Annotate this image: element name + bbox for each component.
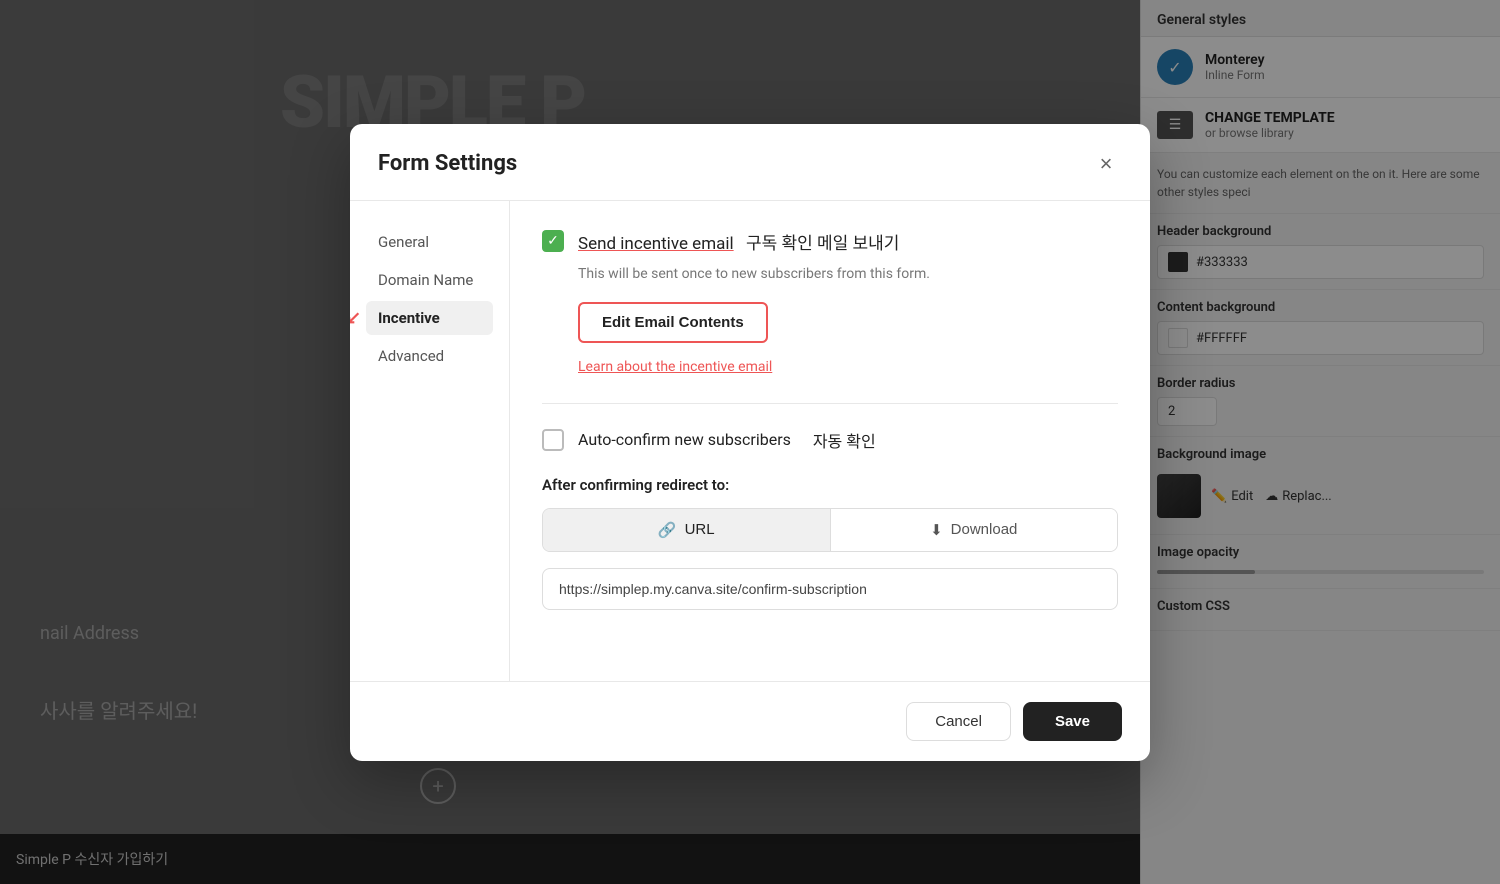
download-option[interactable]: ⬇ Download — [830, 509, 1118, 551]
autoconfirm-korean: 자동 확인 — [805, 428, 876, 452]
url-option[interactable]: 🔗 URL — [543, 509, 830, 551]
modal-close-button[interactable]: × — [1090, 148, 1122, 180]
modal-content: ✓ Send incentive email 구독 확인 메일 보내기 This… — [510, 201, 1150, 681]
nav-arrow: ↙ — [350, 307, 361, 328]
nav-item-incentive[interactable]: ↙ Incentive — [366, 301, 493, 335]
redirect-options: 🔗 URL ⬇ Download — [542, 508, 1118, 552]
autoconfirm-checkbox[interactable] — [542, 429, 564, 451]
nav-item-general[interactable]: General — [366, 225, 493, 259]
modal-nav: General Domain Name ↙ Incentive Advanced — [350, 201, 510, 681]
redirect-label: After confirming redirect to: — [542, 476, 1118, 494]
divider — [542, 403, 1118, 404]
nav-item-advanced[interactable]: Advanced — [366, 339, 493, 373]
save-button[interactable]: Save — [1023, 702, 1122, 741]
nav-item-domain-name[interactable]: Domain Name — [366, 263, 493, 297]
cancel-button[interactable]: Cancel — [906, 702, 1011, 741]
modal-header: Form Settings × — [350, 124, 1150, 201]
autoconfirm-row: Auto-confirm new subscribers 자동 확인 — [542, 428, 1118, 452]
send-incentive-korean: 구독 확인 메일 보내기 — [738, 234, 900, 254]
url-input[interactable] — [542, 568, 1118, 610]
edit-email-button[interactable]: Edit Email Contents — [578, 302, 768, 343]
incentive-desc: This will be sent once to new subscriber… — [578, 266, 1118, 282]
link-icon: 🔗 — [658, 521, 677, 539]
autoconfirm-label: Auto-confirm new subscribers — [578, 430, 791, 449]
download-icon: ⬇ — [930, 521, 943, 539]
send-incentive-checkbox[interactable]: ✓ — [542, 230, 564, 252]
send-incentive-label: Send incentive email — [578, 234, 734, 254]
form-settings-modal: Form Settings × General Domain Name ↙ In… — [350, 124, 1150, 761]
modal-body: General Domain Name ↙ Incentive Advanced… — [350, 201, 1150, 681]
learn-incentive-link[interactable]: Learn about the incentive email — [578, 359, 1118, 375]
send-incentive-label-group: Send incentive email 구독 확인 메일 보내기 — [578, 229, 899, 254]
modal-overlay[interactable]: Form Settings × General Domain Name ↙ In… — [0, 0, 1500, 884]
modal-title: Form Settings — [378, 151, 517, 176]
send-incentive-row: ✓ Send incentive email 구독 확인 메일 보내기 — [542, 229, 1118, 254]
modal-footer: Cancel Save — [350, 681, 1150, 761]
